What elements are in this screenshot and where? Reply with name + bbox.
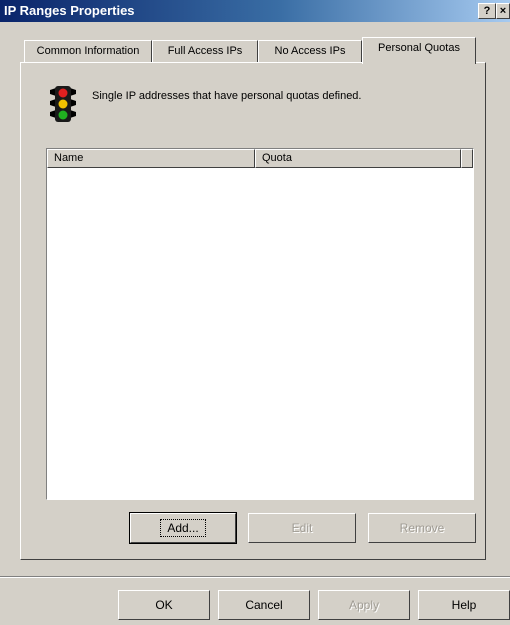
- add-button-label: Add...: [160, 519, 206, 537]
- edit-button[interactable]: Edit: [248, 513, 356, 543]
- tab-personal-quotas[interactable]: Personal Quotas: [362, 37, 476, 64]
- properties-dialog: IP Ranges Properties ? × Common Informat…: [0, 0, 510, 625]
- add-button[interactable]: Add...: [129, 512, 237, 544]
- description-text: Single IP addresses that have personal q…: [92, 90, 362, 102]
- tab-no-access-ips[interactable]: No Access IPs: [258, 40, 362, 62]
- apply-button[interactable]: Apply: [318, 590, 410, 620]
- traffic-light-icon: [50, 86, 76, 122]
- footer-divider: [0, 576, 510, 578]
- cancel-button[interactable]: Cancel: [218, 590, 310, 620]
- column-header-filler: [461, 149, 473, 168]
- help-button[interactable]: Help: [418, 590, 510, 620]
- column-header-name[interactable]: Name: [47, 149, 255, 168]
- quota-list[interactable]: Name Quota: [46, 148, 474, 500]
- remove-button[interactable]: Remove: [368, 513, 476, 543]
- title-bar[interactable]: IP Ranges Properties ? ×: [0, 0, 510, 22]
- help-icon[interactable]: ?: [478, 3, 496, 19]
- ok-button[interactable]: OK: [118, 590, 210, 620]
- column-header-quota[interactable]: Quota: [255, 149, 461, 168]
- tab-common-information[interactable]: Common Information: [24, 40, 152, 62]
- close-icon[interactable]: ×: [496, 3, 510, 19]
- window-title: IP Ranges Properties: [4, 3, 135, 18]
- tab-full-access-ips[interactable]: Full Access IPs: [152, 40, 258, 62]
